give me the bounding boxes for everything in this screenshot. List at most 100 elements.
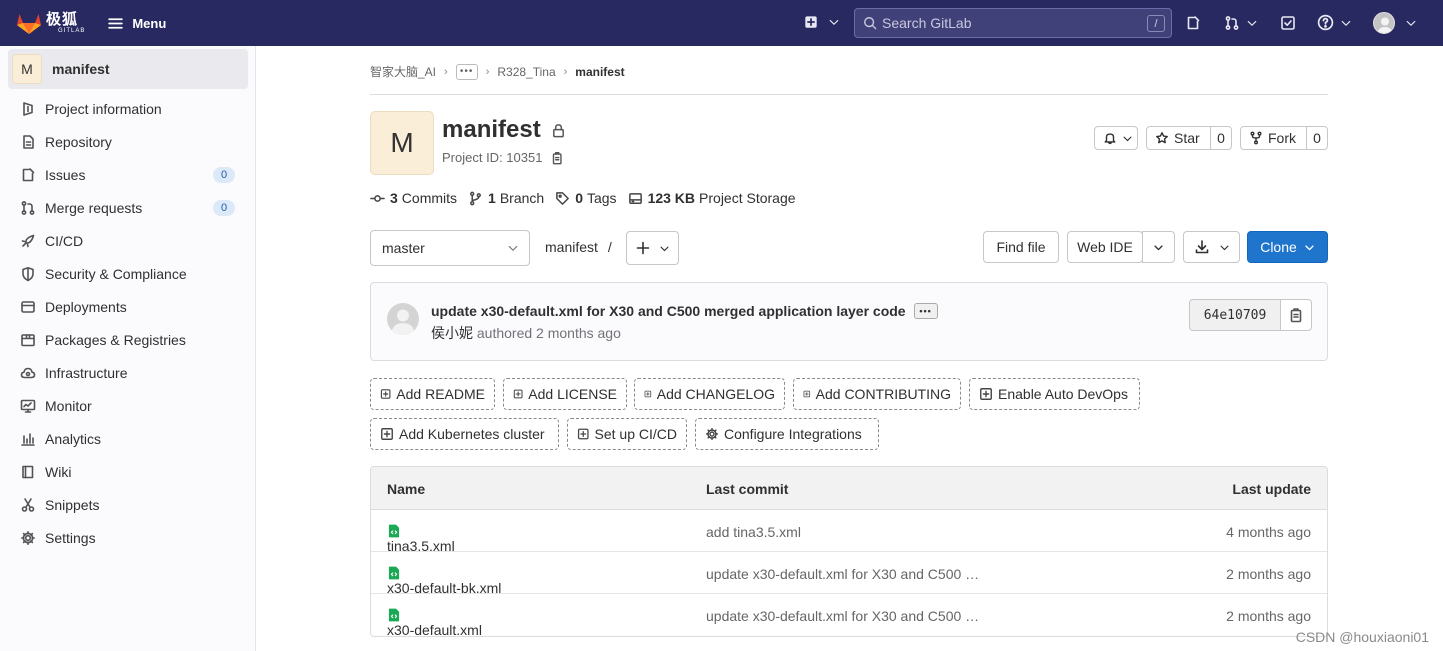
issues-nav-button[interactable] xyxy=(1185,15,1201,31)
todos-nav-button[interactable] xyxy=(1280,15,1296,31)
gitlab-logo[interactable]: 极狐 GITLAB xyxy=(16,11,85,35)
menu-button[interactable]: Menu xyxy=(107,15,166,32)
branches-link[interactable]: 1 Branch xyxy=(468,190,544,206)
file-last-commit[interactable]: update x30-default.xml for X30 and C500 … xyxy=(706,566,979,582)
breadcrumb-current[interactable]: manifest xyxy=(575,65,624,79)
sidebar-item-label: Project information xyxy=(45,100,162,117)
file-last-commit[interactable]: add tina3.5.xml xyxy=(706,524,801,540)
project-avatar-large: M xyxy=(370,111,434,175)
add-contributing-button[interactable]: Add CONTRIBUTING xyxy=(793,378,961,410)
sidebar-item-packages-registries[interactable]: Packages & Registries xyxy=(0,323,256,356)
sidebar-item-infrastructure[interactable]: Infrastructure xyxy=(0,356,256,389)
fork-button[interactable]: Fork 0 xyxy=(1240,126,1328,150)
sidebar-item-analytics[interactable]: Analytics xyxy=(0,422,256,455)
commit-author-avatar[interactable] xyxy=(387,303,419,335)
storage-link[interactable]: 123 KB Project Storage xyxy=(628,190,796,206)
copy-icon[interactable] xyxy=(550,151,564,165)
web-ide-button-group[interactable]: Web IDE xyxy=(1067,231,1143,263)
copy-icon xyxy=(1290,308,1302,323)
add-to-tree-dropdown[interactable] xyxy=(626,231,679,265)
file-name-cell[interactable]: tina3.5.xml xyxy=(387,524,455,554)
merge-request-icon xyxy=(21,200,35,215)
clone-label: Clone xyxy=(1260,239,1297,255)
sidebar-item-snippets[interactable]: Snippets xyxy=(0,488,256,521)
star-button[interactable]: Star 0 xyxy=(1146,126,1232,150)
fork-label: Fork xyxy=(1268,130,1296,146)
new-dropdown[interactable] xyxy=(804,15,840,29)
commits-link[interactable]: 3 Commits xyxy=(370,190,457,206)
sidebar-item-label: Issues xyxy=(45,166,86,183)
star-count[interactable]: 0 xyxy=(1210,127,1231,149)
set-up-ci-cd-button[interactable]: Set up CI/CD xyxy=(567,418,687,450)
file-code-icon xyxy=(388,608,400,622)
add-changelog-button[interactable]: Add CHANGELOG xyxy=(634,378,785,410)
sidebar-project-header[interactable]: M manifest xyxy=(8,49,248,89)
commit-meta: 侯小妮 authored 2 months ago xyxy=(431,323,621,343)
configure-integrations-button[interactable]: Configure Integrations xyxy=(695,418,879,450)
file-last-commit[interactable]: update x30-default.xml for X30 and C500 … xyxy=(706,608,979,624)
column-header-last-commit: Last commit xyxy=(706,481,789,497)
file-name[interactable]: x30-default.xml xyxy=(387,622,482,636)
add-license-button[interactable]: Add LICENSE xyxy=(503,378,627,410)
enable-auto-devops-button[interactable]: Enable Auto DevOps xyxy=(969,378,1140,410)
storage-label: Project Storage xyxy=(699,190,796,206)
commit-expand-button[interactable]: ••• xyxy=(913,303,938,319)
breadcrumb-subgroup[interactable]: R328_Tina xyxy=(497,65,555,79)
sidebar-item-deployments[interactable]: Deployments xyxy=(0,290,256,323)
project-id: Project ID: 10351 xyxy=(442,150,564,165)
table-row[interactable]: tina3.5.xml add tina3.5.xml 4 months ago xyxy=(371,510,1327,554)
table-row[interactable]: x30-default.xml update x30-default.xml f… xyxy=(371,594,1327,636)
commit-title-link[interactable]: update x30-default.xml for X30 and C500 … xyxy=(431,303,906,319)
clone-dropdown[interactable]: Clone xyxy=(1247,231,1328,263)
chevron-down-icon xyxy=(660,246,669,251)
sidebar-item-merge-requests[interactable]: Merge requests 0 xyxy=(0,191,256,224)
branch-name: master xyxy=(382,240,425,256)
repo-path-name[interactable]: manifest xyxy=(545,239,598,255)
sidebar-item-project-information[interactable]: Project information xyxy=(0,92,256,125)
add-license-label: Add LICENSE xyxy=(528,386,617,402)
file-name-cell[interactable]: x30-default.xml xyxy=(387,608,482,636)
tags-link[interactable]: 0 Tags xyxy=(555,190,617,206)
chevron-down-icon xyxy=(1123,136,1132,141)
sidebar-item-monitor[interactable]: Monitor xyxy=(0,389,256,422)
plus-square-icon xyxy=(644,390,652,398)
breadcrumb-more-button[interactable]: ••• xyxy=(455,63,478,80)
sidebar-item-label: Repository xyxy=(45,133,112,150)
commit-author[interactable]: 侯小妮 xyxy=(431,325,473,341)
rocket-icon xyxy=(21,234,35,247)
repo-path: manifest / xyxy=(545,239,612,255)
sidebar-item-repository[interactable]: Repository xyxy=(0,125,256,158)
help-nav-button[interactable] xyxy=(1317,14,1352,31)
fork-count[interactable]: 0 xyxy=(1306,127,1327,149)
web-ide-dropdown-button[interactable] xyxy=(1142,231,1175,263)
breadcrumb-group[interactable]: 智家大脑_AI xyxy=(370,63,436,80)
web-ide-button[interactable]: Web IDE xyxy=(1077,239,1133,255)
branch-selector[interactable]: master xyxy=(370,230,530,266)
search-input[interactable]: Search GitLab / xyxy=(854,8,1172,38)
fox-logo-icon xyxy=(17,14,41,34)
tag-icon xyxy=(556,191,570,205)
add-kubernetes-cluster-button[interactable]: Add Kubernetes cluster xyxy=(370,418,559,450)
sidebar-item-wiki[interactable]: Wiki xyxy=(0,455,256,488)
download-dropdown[interactable] xyxy=(1183,231,1240,263)
sidebar-item-ci-cd[interactable]: CI/CD xyxy=(0,224,256,257)
notifications-dropdown[interactable] xyxy=(1094,126,1138,150)
plus-square-icon xyxy=(803,390,811,398)
sidebar-nav: Project information Repository Issues 0 … xyxy=(0,92,256,554)
user-menu-button[interactable] xyxy=(1373,12,1417,34)
chevron-down-icon xyxy=(1220,245,1228,250)
gear-icon xyxy=(705,427,719,441)
breadcrumb: 智家大脑_AI › ••• › R328_Tina › manifest xyxy=(370,63,625,80)
find-file-button[interactable]: Find file xyxy=(983,231,1059,263)
add-readme-button[interactable]: Add README xyxy=(370,378,495,410)
doc-icon xyxy=(23,134,34,149)
snippet-icon xyxy=(21,497,35,512)
sidebar-item-issues[interactable]: Issues 0 xyxy=(0,158,256,191)
file-name-cell[interactable]: x30-default-bk.xml xyxy=(387,566,501,596)
sidebar-item-security-compliance[interactable]: Security & Compliance xyxy=(0,257,256,290)
commit-sha[interactable]: 64e10709 xyxy=(1189,299,1281,331)
merge-requests-nav-button[interactable] xyxy=(1224,15,1258,31)
copy-sha-button[interactable] xyxy=(1280,299,1312,331)
sidebar-item-settings[interactable]: Settings xyxy=(0,521,256,554)
table-row[interactable]: x30-default-bk.xml update x30-default.xm… xyxy=(371,552,1327,596)
